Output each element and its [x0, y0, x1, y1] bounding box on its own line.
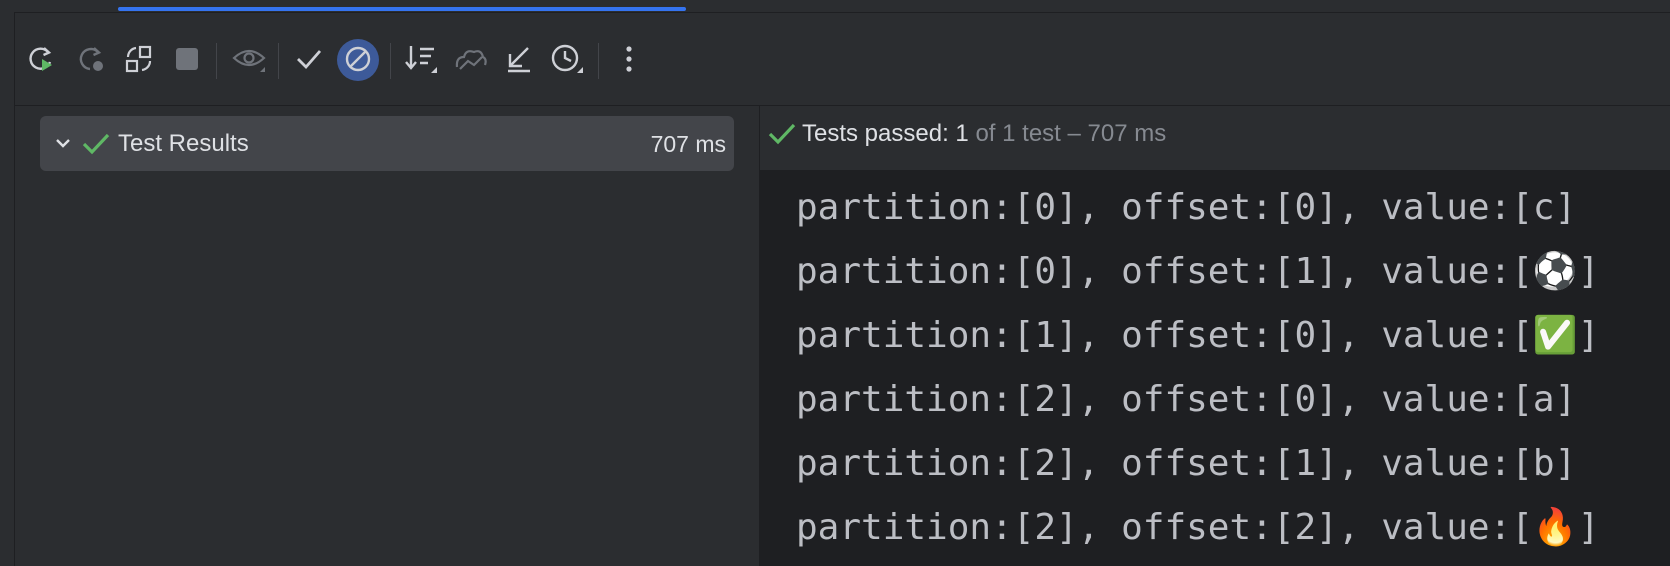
- console-line: partition:[2], offset:[1], value:[b]: [796, 443, 1577, 484]
- test-tree-pane: Test Results 707 ms: [15, 106, 760, 566]
- console-line: partition:[2], offset:[0], value:[a]: [796, 379, 1577, 420]
- passed-check-icon: [82, 132, 110, 161]
- toggle-auto-test-icon[interactable]: [119, 39, 159, 79]
- status-text: Tests passed: 1 of 1 test – 707 ms: [802, 120, 1166, 148]
- show-passed-check-icon[interactable]: [289, 39, 329, 79]
- stop-icon[interactable]: [167, 39, 207, 79]
- sort-icon[interactable]: [401, 39, 441, 79]
- rerun-failed-icon[interactable]: [71, 39, 111, 79]
- console-pane: Tests passed: 1 of 1 test – 707 ms parti…: [760, 106, 1670, 566]
- console-line: partition:[2], offset:[2], value:[🔥]: [796, 507, 1600, 548]
- console-line: partition:[0], offset:[0], value:[c]: [796, 187, 1577, 228]
- more-options-icon[interactable]: [609, 39, 649, 79]
- show-ignored-icon[interactable]: [338, 39, 378, 79]
- status-suffix: of 1 test – 707 ms: [968, 120, 1167, 147]
- tab-strip: [0, 0, 1670, 13]
- collapse-icon[interactable]: [499, 39, 539, 79]
- show-passed-eye-icon[interactable]: [229, 39, 269, 79]
- test-results-time: 707 ms: [650, 131, 726, 157]
- rerun-icon[interactable]: [21, 39, 61, 79]
- console-line: partition:[1], offset:[0], value:[✅]: [796, 315, 1600, 356]
- chevron-down-icon[interactable]: [54, 134, 72, 157]
- toolbar-separator: [278, 43, 279, 79]
- passed-check-icon: [768, 122, 796, 151]
- console-line: partition:[0], offset:[1], value:[⚽]: [796, 251, 1600, 292]
- toolbar-separator: [216, 43, 217, 79]
- active-tab-indicator: [118, 7, 686, 11]
- test-status-bar: Tests passed: 1 of 1 test – 707 ms: [760, 106, 1670, 170]
- left-edge-strip: [0, 12, 15, 566]
- test-results-root-row[interactable]: Test Results 707 ms: [40, 116, 734, 171]
- test-toolbar: [15, 13, 1670, 106]
- history-icon[interactable]: [547, 39, 587, 79]
- status-passed-count: 1: [955, 120, 969, 147]
- status-prefix: Tests passed:: [802, 120, 956, 147]
- toolbar-separator: [390, 43, 391, 79]
- toolbar-separator: [598, 43, 599, 79]
- test-results-label: Test Results: [118, 130, 249, 157]
- console-output: partition:[0], offset:[0], value:[c] par…: [796, 176, 1656, 560]
- import-tests-icon[interactable]: [451, 39, 491, 79]
